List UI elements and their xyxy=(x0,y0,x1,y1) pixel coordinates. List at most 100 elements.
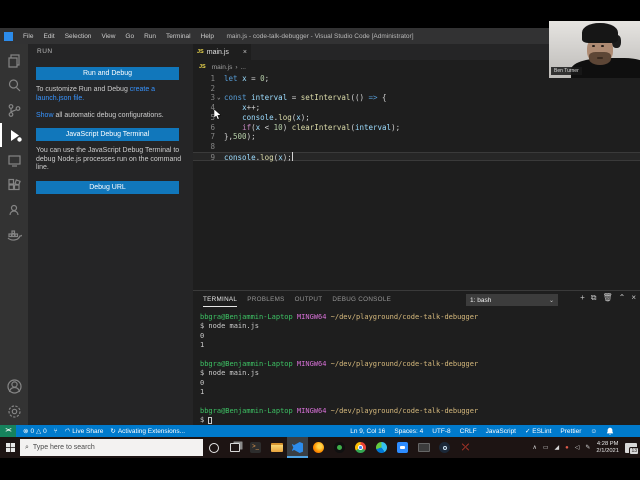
show-link[interactable]: Show xyxy=(36,112,54,119)
code-line-2[interactable]: 2 xyxy=(193,84,640,94)
terminal-line: bbgra@Benjammin-Laptop MINGW64 ~/dev/pla… xyxy=(200,360,479,368)
extensions-icon[interactable] xyxy=(0,173,28,197)
system-tray: ∧ ▭ ◢ ● ◁ ✎ 4:28 PM 2/1/2021 13 xyxy=(532,441,640,455)
code-area[interactable]: 1 let x = 0; 2 3 ⌄ const interval = setInterv… xyxy=(193,74,640,290)
status-prettier[interactable]: Prettier xyxy=(560,428,581,435)
status-javascript[interactable]: JavaScript xyxy=(486,428,516,435)
run-debug-icon[interactable] xyxy=(0,123,28,147)
new-terminal-icon[interactable]: + xyxy=(580,293,585,303)
tray-chevron-up-icon[interactable]: ∧ xyxy=(532,444,536,451)
broadcast-icon: ◠̇ xyxy=(64,428,71,435)
status-bar: >< ⊗ 0 △ 0 ⑂ ◠̇ Live Share ↻ Activating Exte… xyxy=(0,425,640,437)
terminal-tab-problems[interactable]: PROBLEMS xyxy=(247,293,284,307)
clock-date: 2/1/2021 xyxy=(596,447,619,454)
spinner-icon: ↻ xyxy=(110,428,116,435)
terminal-line: 1 xyxy=(200,341,205,350)
taskbar-vscode-icon[interactable] xyxy=(287,437,308,458)
live-share-status[interactable]: ◠̇ Live Share xyxy=(64,427,104,436)
taskbar-cortana-icon[interactable] xyxy=(203,437,224,458)
live-share-icon[interactable] xyxy=(0,198,28,222)
docker-icon[interactable] xyxy=(0,223,28,247)
menu-edit[interactable]: Edit xyxy=(38,33,59,40)
code-line-6[interactable]: 6 if(x < 10) clearInterval(interval); xyxy=(193,123,640,133)
windows-taskbar: ⌕ Type here to search >_ ⤫ ∧ ▭ ◢ ● ◁ ✎ 4:… xyxy=(0,437,640,458)
fork-status[interactable]: ⑂ xyxy=(54,428,58,435)
notifications-icon[interactable]: 13 xyxy=(625,442,639,455)
status-crlf[interactable]: CRLF xyxy=(460,428,477,435)
remote-explorer-icon[interactable] xyxy=(0,148,28,172)
taskbar-search-input[interactable]: ⌕ Type here to search xyxy=(20,439,203,456)
line-number: 7 xyxy=(210,132,215,142)
maximize-panel-icon[interactable]: ⌃ xyxy=(619,293,626,303)
code-line-4[interactable]: 4 x++; xyxy=(193,103,640,113)
js-debug-terminal-button[interactable]: JavaScript Debug Terminal xyxy=(36,128,179,141)
terminal-tab-debug-console[interactable]: DEBUG CONSOLE xyxy=(332,293,391,307)
tab-main-js[interactable]: JS main.js × xyxy=(193,44,251,60)
code-text: x++; xyxy=(242,103,261,113)
taskbar-zoom-camera-icon[interactable] xyxy=(392,437,413,458)
taskbar-clock[interactable]: 4:28 PM 2/1/2021 xyxy=(596,441,619,454)
pen-icon[interactable]: ✎ xyxy=(585,444,590,451)
taskbar-task-view-icon[interactable] xyxy=(224,437,245,458)
explorer-icon[interactable] xyxy=(0,48,28,72)
menu-view[interactable]: View xyxy=(96,33,120,40)
taskbar-chrome-icon[interactable] xyxy=(350,437,371,458)
code-line-9[interactable]: 9 console.log(x); xyxy=(193,151,640,162)
fold-chevron-icon[interactable]: ⌄ xyxy=(217,93,221,103)
taskbar-obs-icon[interactable] xyxy=(329,437,350,458)
close-panel-icon[interactable]: × xyxy=(631,293,636,303)
taskbar-terminal-app-icon[interactable]: >_ xyxy=(245,437,266,458)
taskbar-steam-icon[interactable] xyxy=(434,437,455,458)
menu-terminal[interactable]: Terminal xyxy=(161,33,196,40)
code-line-7[interactable]: 7},500); xyxy=(193,132,640,142)
taskbar-edge-icon[interactable] xyxy=(371,437,392,458)
taskbar-firefox-icon[interactable] xyxy=(308,437,329,458)
menu-selection[interactable]: Selection xyxy=(60,33,97,40)
account-icon[interactable] xyxy=(0,374,28,398)
menu-help[interactable]: Help xyxy=(196,33,219,40)
split-terminal-icon[interactable]: ⧉ xyxy=(591,293,597,303)
code-line-8[interactable]: 8 xyxy=(193,142,640,152)
terminal-tab-output[interactable]: OUTPUT xyxy=(295,293,323,307)
menu-run[interactable]: Run xyxy=(139,33,161,40)
menu-file[interactable]: File xyxy=(18,33,38,40)
breadcrumb-file[interactable]: main.js xyxy=(212,64,233,71)
status-ln-9-col-16[interactable]: Ln 9, Col 16 xyxy=(350,428,385,435)
webcam-name-label: Ben Turner xyxy=(551,67,582,75)
debug-url-button[interactable]: Debug URL xyxy=(36,181,179,194)
settings-icon[interactable] xyxy=(0,399,28,423)
shell-selector-dropdown[interactable]: 1: bash ⌄ xyxy=(466,294,558,306)
terminal-actions: + ⧉ 🗑 ⌃ × xyxy=(580,293,636,303)
kill-terminal-icon[interactable]: 🗑 xyxy=(602,293,612,303)
status--eslint[interactable]: ✓ ESLint xyxy=(525,427,551,435)
remote-indicator[interactable]: >< xyxy=(0,425,16,437)
status-utf-8[interactable]: UTF-8 xyxy=(432,428,450,435)
status-spaces-4[interactable]: Spaces: 4 xyxy=(394,428,423,435)
tab-close-icon[interactable]: × xyxy=(243,49,247,56)
run-and-debug-button[interactable]: Run and Debug xyxy=(36,67,179,80)
problems-status[interactable]: ⊗ 0 △ 0 xyxy=(23,427,47,436)
taskbar-file-explorer-icon[interactable] xyxy=(266,437,287,458)
display-icon[interactable]: ▭ xyxy=(543,444,549,451)
code-line-5[interactable]: 5 console.log(x); xyxy=(193,113,640,123)
source-control-icon[interactable] xyxy=(0,98,28,122)
menu-go[interactable]: Go xyxy=(120,33,139,40)
bell-icon[interactable] xyxy=(606,427,614,435)
taskbar-screen-app-icon[interactable] xyxy=(413,437,434,458)
feedback-smiley-icon[interactable]: ☺ xyxy=(590,428,597,435)
search-icon[interactable] xyxy=(0,73,28,97)
terminal-tab-terminal[interactable]: TERMINAL xyxy=(203,293,238,307)
code-line-3[interactable]: 3 ⌄ const interval = setInterval(() => { xyxy=(193,93,640,103)
sidebar-header: RUN xyxy=(37,48,53,55)
network-icon[interactable]: ◢ xyxy=(555,444,560,451)
clock-time: 4:28 PM xyxy=(596,441,619,447)
breadcrumb-more[interactable]: ... xyxy=(241,64,246,71)
volume-icon[interactable]: ◁ xyxy=(575,444,580,451)
editor-group: JS main.js × JS main.js › ... 1 let x = 0… xyxy=(193,44,640,290)
breadcrumb[interactable]: JS main.js › ... xyxy=(199,61,246,73)
onedrive-alert-icon[interactable]: ● xyxy=(565,445,569,451)
activating-extensions-status[interactable]: ↻ Activating Extensions... xyxy=(110,427,185,436)
start-button[interactable] xyxy=(0,437,20,458)
taskbar-red-tool-icon[interactable]: ⤫ xyxy=(455,437,476,458)
line-number: 3 xyxy=(210,93,215,103)
